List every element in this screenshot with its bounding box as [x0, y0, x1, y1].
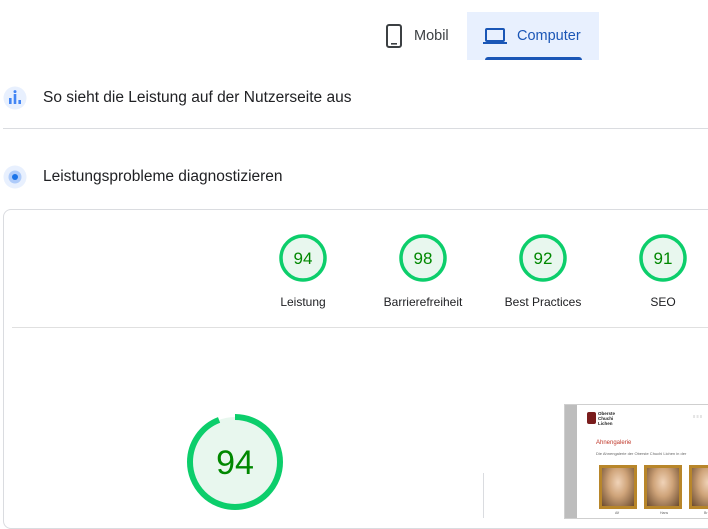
- site-logo: Oberste Chuchi Lichen: [587, 411, 615, 426]
- gauge-ring: 92: [519, 234, 567, 282]
- tab-desktop[interactable]: Computer: [467, 12, 599, 60]
- tab-mobile[interactable]: Mobil: [372, 12, 467, 60]
- gauge-seo[interactable]: 91 SEO: [608, 233, 708, 309]
- divider: [3, 128, 708, 129]
- smartphone-icon: [384, 24, 404, 48]
- tab-desktop-label: Computer: [517, 28, 581, 44]
- gauge-label: Leistung: [280, 295, 326, 309]
- thumb-scrollbar: [565, 405, 577, 518]
- page-screenshot: Oberste Chuchi Lichen ≡ ≡ ≡ Ahnengalerie…: [564, 404, 708, 519]
- diagnose-section: Leistungsprobleme diagnostizieren: [0, 157, 708, 197]
- site-heading: Ahnengalerie: [596, 440, 632, 446]
- people-chart-icon: [3, 86, 27, 110]
- lab-target-icon: [3, 165, 27, 189]
- laptop-icon: [483, 26, 507, 46]
- gauge-performance[interactable]: 94 Leistung: [248, 233, 358, 309]
- gauge-score: 91: [654, 249, 673, 268]
- gauge-accessibility[interactable]: 98 Barrierefreiheit: [368, 233, 478, 309]
- main-score-value: 94: [216, 444, 254, 482]
- gauge-score: 98: [414, 249, 433, 268]
- portrait-image: [644, 465, 682, 509]
- field-data-title: So sieht die Leistung auf der Nutzerseit…: [43, 89, 352, 106]
- portrait-image: [599, 465, 637, 509]
- gauge-label: Best Practices: [504, 295, 582, 309]
- divider: [12, 327, 708, 328]
- site-intro: Die Ahnengalerie der Oberste Chuchi Lich…: [596, 451, 687, 456]
- site-menu: ≡ ≡ ≡: [693, 414, 703, 419]
- gauge-score: 94: [294, 249, 313, 268]
- gauge-ring: 98: [399, 234, 447, 282]
- main-score-gauge: 94: [187, 414, 283, 510]
- gauge-score: 92: [534, 249, 553, 268]
- tab-mobile-label: Mobil: [414, 28, 449, 44]
- diagnose-title: Leistungsprobleme diagnostizieren: [43, 168, 283, 185]
- portrait-name: Br: [704, 511, 708, 515]
- portrait-name: Alf: [615, 511, 620, 515]
- portrait-name: Hans: [660, 511, 669, 515]
- gauge-ring: 91: [639, 234, 687, 282]
- gauge-best-practices[interactable]: 92 Best Practices: [488, 233, 598, 309]
- gauge-ring: 94: [279, 234, 327, 282]
- gauge-label: SEO: [650, 295, 676, 309]
- portrait-image: [689, 465, 708, 509]
- gauge-label: Barrierefreiheit: [383, 295, 463, 309]
- field-data-section: So sieht die Leistung auf der Nutzerseit…: [0, 78, 708, 118]
- divider: [483, 473, 484, 518]
